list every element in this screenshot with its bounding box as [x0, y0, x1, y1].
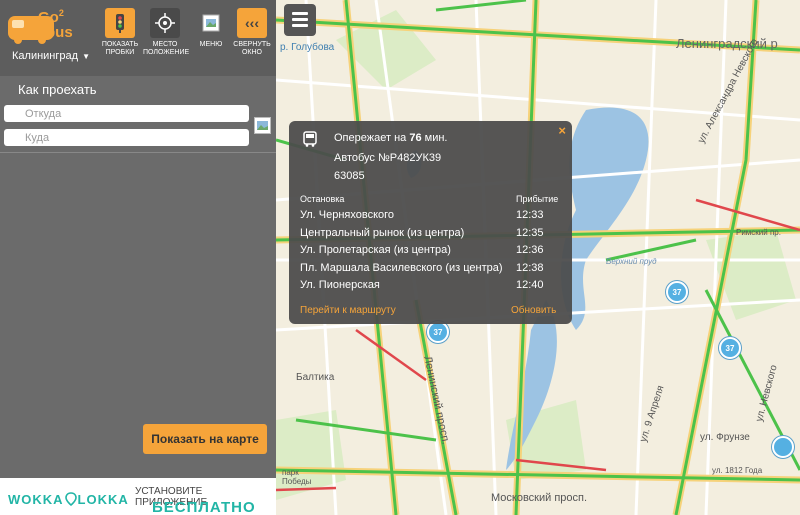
map-label-park: парк Победы	[282, 468, 312, 486]
free-text: БЕСПЛАТНО	[152, 499, 256, 515]
city-name: Калининград	[12, 50, 79, 62]
ahead-prefix: Опережает на	[334, 132, 407, 144]
my-location-button[interactable]: МЕСТО ПОЛОЖЕНИЕ	[143, 8, 190, 57]
map-menu-button[interactable]	[284, 4, 316, 36]
bus-info-popup: × Опережает на 76 мин. Автобус №Р482УК39…	[289, 121, 572, 324]
city-selector[interactable]: Калининград ▼	[12, 50, 90, 62]
menu-label: МЕНЮ	[199, 41, 223, 48]
arrival-time: 12:33	[516, 209, 544, 221]
stop-row: Пл. Маршала Василевского (из центра) 12:…	[300, 262, 562, 279]
divider	[0, 152, 276, 153]
stop-row: Ул. Черняховского 12:33	[300, 209, 562, 226]
arrival-time: 12:38	[516, 262, 544, 274]
wokka-lokka-logo: WOKKA LOKKA	[8, 492, 129, 507]
show-traffic-button[interactable]: ПОКАЗАТЬ ПРОБКИ	[98, 8, 142, 57]
stop-name: Ул. Пионерская	[300, 279, 380, 291]
logo-text-num: 2	[58, 8, 64, 18]
from-input[interactable]	[4, 105, 249, 122]
collapse-arrows-icon: ‹‹‹	[237, 8, 267, 38]
arrival-time: 12:36	[516, 244, 544, 256]
stop-row: Ул. Пролетарская (из центра) 12:36	[300, 244, 562, 261]
collapse-window-button[interactable]: ‹‹‹ СВЕРНУТЬ ОКНО	[230, 8, 274, 57]
stop-name: Пл. Маршала Василевского (из центра)	[300, 262, 503, 274]
collapse-window-label: СВЕРНУТЬ ОКНО	[233, 41, 271, 56]
column-header-stop: Остановка	[300, 194, 345, 204]
bus-icon	[301, 130, 319, 148]
stop-name: Ул. Черняховского	[300, 209, 395, 221]
route-panel-title: Как проехать	[18, 82, 97, 97]
go2bus-logo[interactable]: Go2 bus	[8, 8, 80, 44]
column-header-arrival: Прибытие	[516, 194, 559, 204]
show-traffic-label: ПОКАЗАТЬ ПРОБКИ	[101, 41, 139, 56]
stop-row: Центральный рынок (из центра) 12:35	[300, 227, 562, 244]
stop-name: Центральный рынок (из центра)	[300, 227, 465, 239]
map-label-rimsky: Римский пр.	[736, 228, 781, 237]
sidebar: Go2 bus Калининград ▼ ПОКАЗАТЬ ПРОБКИ МЕС…	[0, 0, 276, 515]
arrival-time: 12:40	[516, 279, 544, 291]
menu-image-icon	[196, 8, 226, 38]
ahead-value: 76	[409, 132, 422, 144]
map-label-moskovsky: Московский просп.	[491, 492, 588, 504]
schedule-deviation: Опережает на 76 мин.	[334, 132, 447, 144]
map-label-leningradsky: Ленинградский р	[676, 36, 778, 51]
bus-code: 63085	[334, 170, 365, 182]
map-label-upper-pond: Верхний пруд	[606, 257, 657, 266]
stop-name: Ул. Пролетарская (из центра)	[300, 244, 451, 256]
refresh-link[interactable]: Обновить	[511, 305, 556, 316]
bus-marker[interactable]: 37	[666, 281, 688, 303]
map-label-baltika: Балтика	[296, 372, 335, 383]
traffic-light-icon	[105, 8, 135, 38]
swap-direction-icon[interactable]	[254, 117, 271, 134]
menu-button[interactable]: МЕНЮ	[189, 8, 233, 49]
arrival-time: 12:35	[516, 227, 544, 239]
crosshair-icon	[150, 8, 180, 38]
map-label-1812: ул. 1812 Года	[712, 466, 763, 475]
app-promo-banner[interactable]: WOKKA LOKKA УСТАНОВИТЕ ПРИЛОЖЕНИЕ БЕСПЛАТ…	[0, 478, 276, 515]
bus-marker[interactable]: 37	[719, 337, 741, 359]
ahead-suffix: мин.	[424, 132, 448, 144]
my-location-label: МЕСТО ПОЛОЖЕНИЕ	[143, 41, 190, 56]
show-on-map-button[interactable]: Показать на карте	[143, 424, 267, 454]
chevron-down-icon: ▼	[82, 52, 90, 61]
close-icon[interactable]: ×	[558, 123, 566, 138]
go-to-route-link[interactable]: Перейти к маршруту	[300, 305, 396, 316]
to-input[interactable]	[4, 129, 249, 146]
logo-text-bus: bus	[46, 24, 73, 41]
map-label-frunze: ул. Фрунзе	[700, 432, 750, 443]
map-label-golubova: р. Голубова	[280, 42, 335, 53]
top-toolbar: Go2 bus Калининград ▼ ПОКАЗАТЬ ПРОБКИ МЕС…	[0, 0, 276, 76]
bus-number: Автобус №Р482УК39	[334, 152, 442, 164]
bus-marker[interactable]: 37	[427, 321, 449, 343]
collapse-glyph: ‹‹‹	[245, 15, 259, 31]
bus-marker[interactable]	[772, 436, 794, 458]
stop-row: Ул. Пионерская 12:40	[300, 279, 562, 296]
